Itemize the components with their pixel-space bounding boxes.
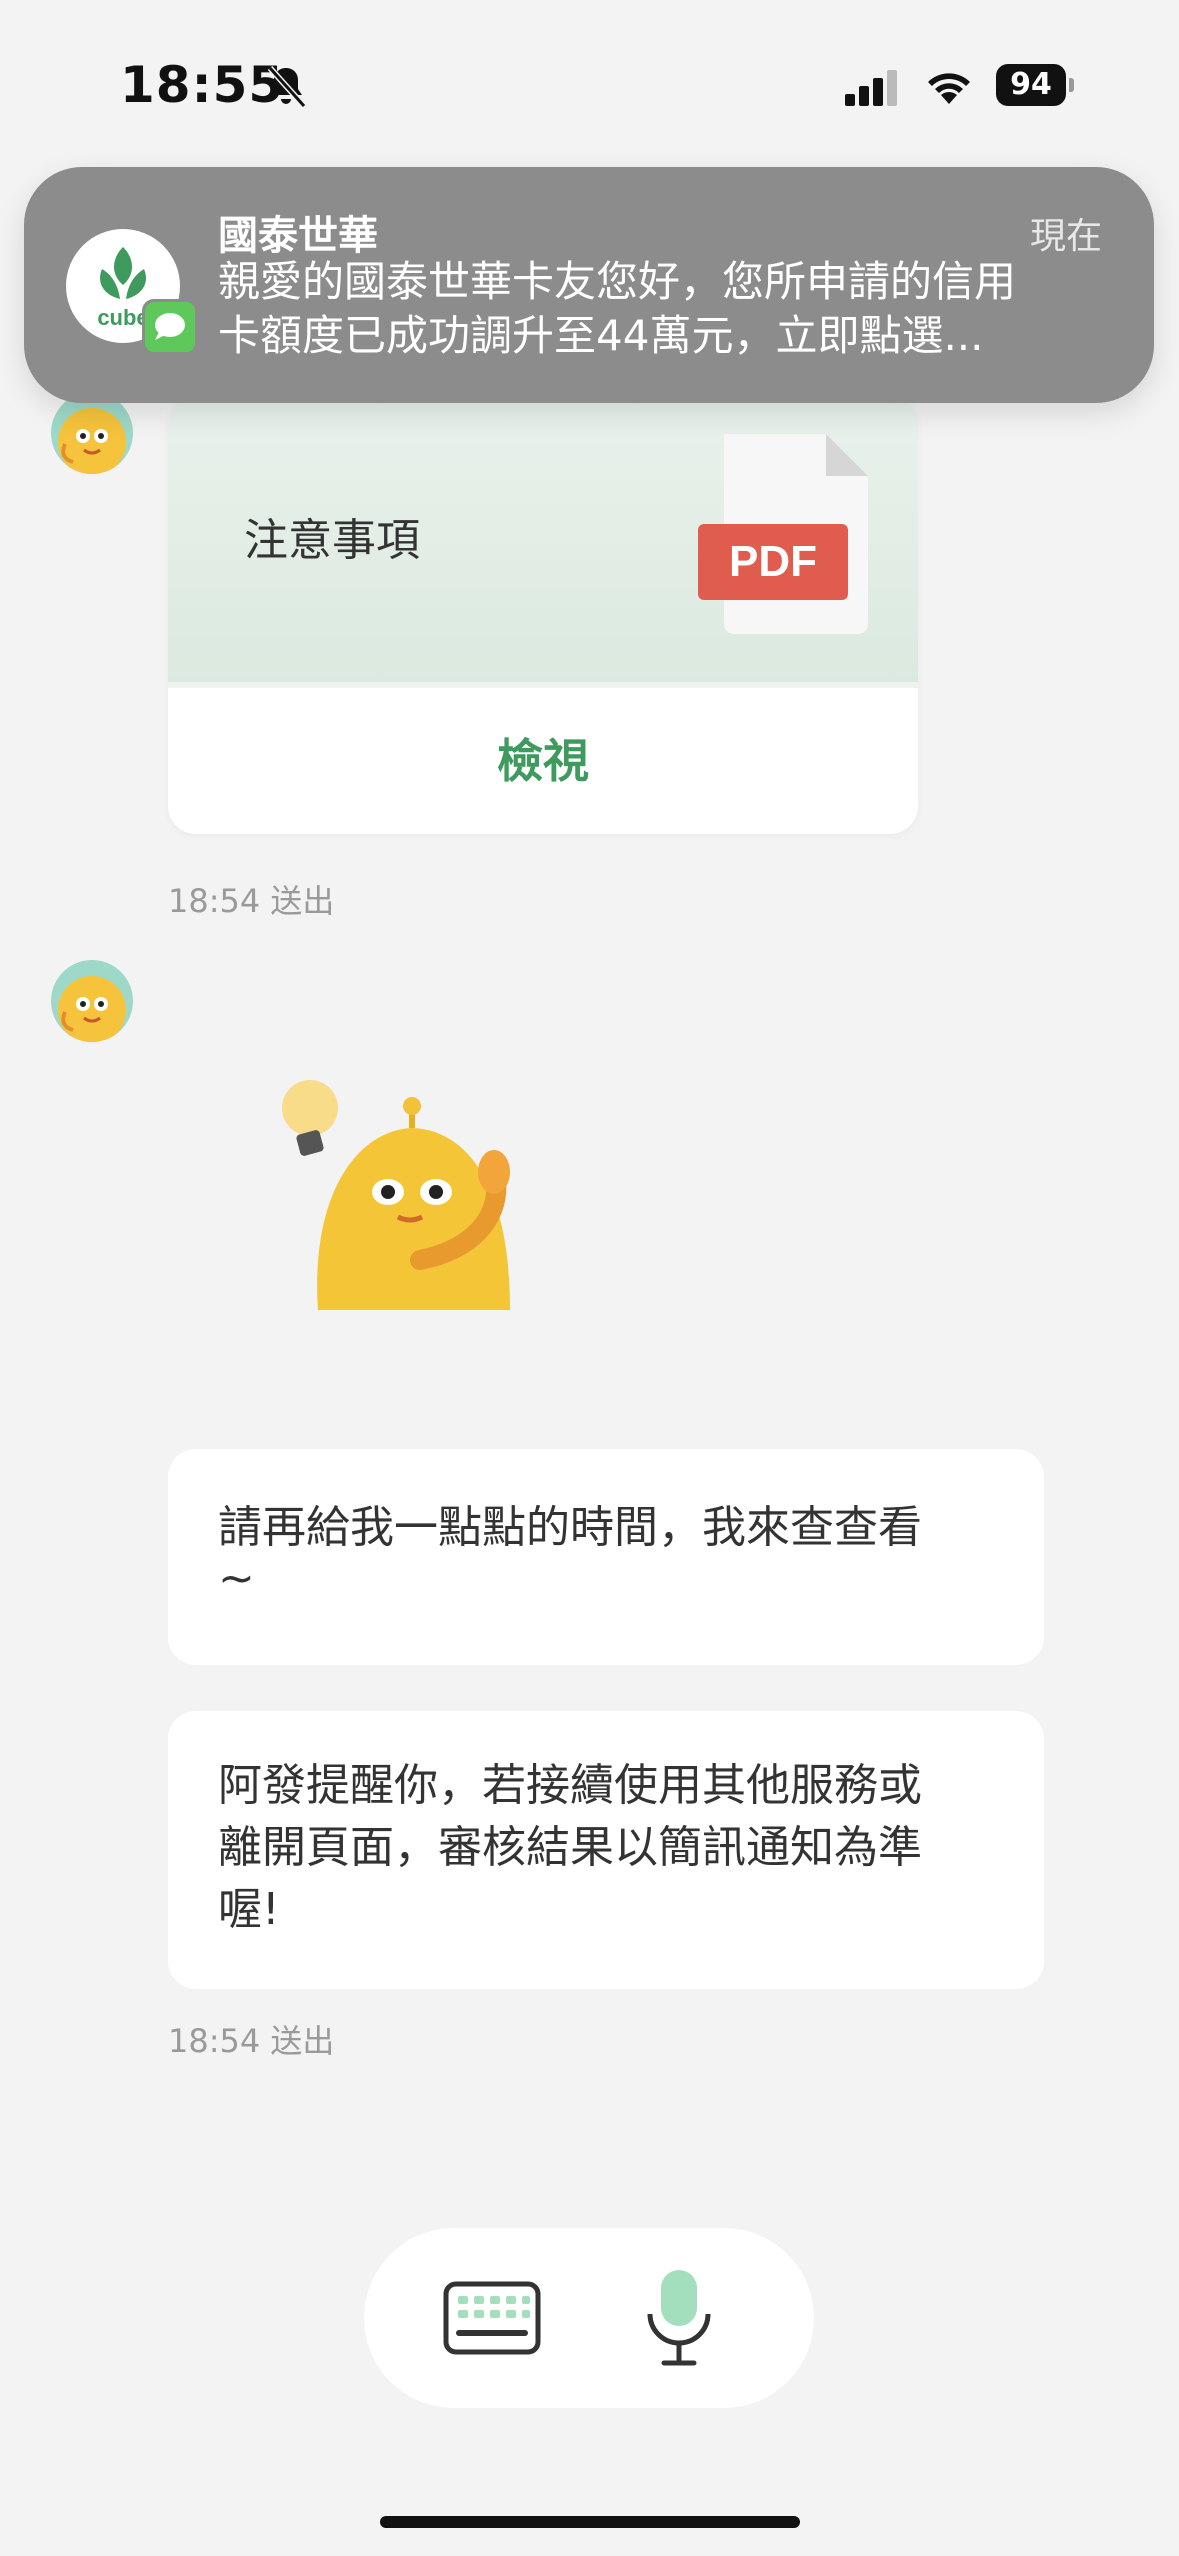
messages-icon [142, 299, 198, 355]
microphone-icon[interactable] [644, 2268, 714, 2368]
bot-face-icon [58, 408, 126, 474]
bot-avatar [51, 960, 133, 1042]
view-pdf-button[interactable]: 檢視 [168, 688, 918, 834]
message-timestamp: 18:54 送出 [168, 882, 335, 920]
home-indicator[interactable] [380, 2516, 800, 2528]
chat-text-line: 喔! [218, 1884, 280, 1935]
notification-time: 現在 [1029, 216, 1102, 257]
notification-app-name: 國泰世華 [218, 213, 378, 259]
chat-bubble: 請再給我一點點的時間，我來查查看 ~ [168, 1449, 1044, 1665]
notification-line: 卡額度已成功調升至44萬元，立即點選... [218, 311, 984, 360]
chat-text-line: 阿發提醒你，若接續使用其他服務或 [218, 1760, 922, 1811]
chat-text-line: 請再給我一點點的時間，我來查查看 [218, 1502, 922, 1553]
chat-text-line: ~ [218, 1553, 255, 1604]
battery-level: 94 [996, 64, 1066, 106]
bot-avatar [51, 392, 133, 474]
chat-text-line: 離開頁面，審核結果以簡訊通知為準 [218, 1822, 922, 1873]
bell-slash-icon [267, 65, 307, 109]
pdf-file-icon: PDF [698, 434, 868, 634]
pdf-attachment-card[interactable]: 注意事項 PDF 檢視 [168, 396, 918, 834]
thinking-mascot-sticker [282, 1080, 510, 1310]
battery-indicator: 94 [996, 64, 1074, 108]
bot-face-icon [58, 976, 126, 1042]
notification-message: 親愛的國泰世華卡友您好，您所申請的信用 卡額度已成功調升至44萬元，立即點選..… [218, 255, 1118, 363]
status-bar: 18:55 94 [0, 0, 1179, 170]
input-mode-bar [364, 2228, 814, 2408]
message-timestamp: 18:54 送出 [168, 2022, 335, 2060]
push-notification[interactable]: cube 國泰世華 現在 親愛的國泰世華卡友您好，您所申請的信用 卡額度已成功調… [24, 167, 1154, 403]
wifi-icon [928, 73, 970, 104]
cellular-signal-icon [845, 70, 897, 106]
chat-bubble: 阿發提醒你，若接續使用其他服務或 離開頁面，審核結果以簡訊通知為準 喔! [168, 1711, 1044, 1989]
notification-line: 親愛的國泰世華卡友您好，您所申請的信用 [218, 257, 1017, 306]
battery-tip [1069, 78, 1074, 92]
cube-logo-text: cube [97, 305, 148, 330]
pdf-title: 注意事項 [244, 515, 420, 566]
keyboard-icon[interactable] [442, 2280, 542, 2356]
status-time: 18:55 [120, 56, 285, 114]
pdf-badge-label: PDF [729, 537, 817, 586]
